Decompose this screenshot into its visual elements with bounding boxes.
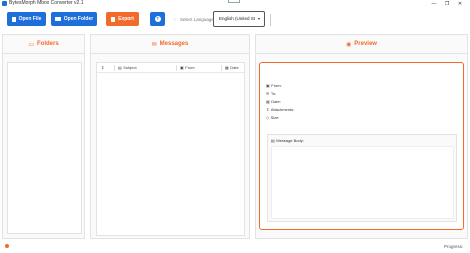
maximize-button[interactable]: ❐ — [442, 0, 452, 8]
open-file-label: Open File — [18, 16, 42, 22]
column-separator — [176, 65, 177, 71]
collapse-tab[interactable] — [228, 0, 240, 3]
person-icon: ▣ — [266, 83, 270, 88]
language-select[interactable]: English (United St ▾ — [213, 11, 265, 27]
export-button[interactable]: Export — [106, 12, 139, 26]
export-label: Export — [118, 16, 134, 22]
column-attachment[interactable]: ⇕ — [101, 63, 106, 73]
tag-icon: ◇ — [266, 115, 270, 120]
open-file-button[interactable]: Open File — [7, 12, 46, 26]
folder-tree[interactable] — [7, 62, 82, 234]
preview-date: ▦ Date: — [266, 99, 281, 104]
envelope-icon: ✉ — [151, 41, 157, 48]
chevron-down-icon: ▾ — [257, 16, 260, 21]
message-body-box: ▤ Message Body: — [267, 134, 457, 222]
column-from[interactable]: ▣ From — [180, 63, 195, 73]
paperclip-icon: ⇕ — [101, 65, 105, 70]
preview-title: Preview — [354, 41, 377, 47]
column-separator — [114, 65, 115, 71]
toolbar-divider — [270, 14, 271, 26]
calendar-icon: ▦ — [266, 99, 270, 104]
messages-table[interactable]: ⇕ ▤ Subject ▣ From ▦ Date — [96, 62, 245, 236]
status-indicator-icon — [5, 244, 9, 248]
document-icon: ▤ — [271, 138, 275, 143]
preview-card: ▣ From: ✉ To: ▦ Date: ⇕ Attachments: ◇ S… — [259, 62, 464, 230]
person-icon: ▣ — [180, 65, 184, 70]
paperclip-icon: ⇕ — [266, 107, 270, 112]
title-bar: BytesMorph Mbox Converter v2.1 — ❐ ✕ — [0, 0, 470, 8]
calendar-icon: ▦ — [225, 65, 229, 70]
preview-attachments: ⇕ Attachments: — [266, 107, 295, 112]
minimize-button[interactable]: — — [429, 0, 439, 8]
file-icon — [11, 16, 16, 22]
preview-panel-header: ◉ Preview — [256, 35, 467, 54]
language-label: Select Language — [180, 17, 214, 22]
preview-panel: ◉ Preview ▣ From: ✉ To: ▦ Date: ⇕ Attach… — [255, 34, 468, 239]
messages-panel-header: ✉ Messages — [91, 35, 249, 54]
preview-size: ◇ Size: — [266, 115, 280, 120]
preview-from: ▣ From: — [266, 83, 282, 88]
toolbar: Open File Open Folder Export ? ◌ Select … — [0, 8, 470, 32]
open-folder-button[interactable]: Open Folder — [51, 12, 97, 26]
folder-icon — [54, 17, 61, 21]
help-button[interactable]: ? — [150, 12, 165, 26]
messages-title: Messages — [159, 41, 189, 47]
language-value: English (United St — [219, 16, 256, 21]
folder-icon: ▭ — [28, 41, 34, 48]
envelope-icon: ✉ — [266, 91, 270, 96]
column-separator — [221, 65, 222, 71]
export-icon — [111, 16, 116, 22]
window-title: BytesMorph Mbox Converter v2.1 — [9, 0, 84, 6]
folders-panel-header: ▭ Folders — [3, 35, 84, 54]
eye-icon: ◉ — [346, 41, 352, 48]
preview-to: ✉ To: — [266, 91, 277, 96]
messages-panel: ✉ Messages ⇕ ▤ Subject ▣ From ▦ Date — [90, 34, 250, 239]
message-body-content[interactable] — [271, 146, 454, 219]
open-folder-label: Open Folder — [63, 16, 94, 22]
message-body-label: ▤ Message Body: — [271, 138, 304, 143]
column-date[interactable]: ▦ Date — [225, 63, 239, 73]
app-logo-icon — [2, 1, 7, 6]
help-icon: ? — [154, 16, 161, 22]
folders-panel: ▭ Folders — [2, 34, 85, 239]
globe-icon: ◌ — [173, 17, 176, 23]
messages-table-header: ⇕ ▤ Subject ▣ From ▦ Date — [97, 63, 244, 73]
close-button[interactable]: ✕ — [455, 0, 465, 8]
column-subject[interactable]: ▤ Subject — [118, 63, 137, 73]
subject-icon: ▤ — [118, 65, 122, 70]
folders-title: Folders — [37, 41, 59, 47]
progress-label: Progress: — [444, 244, 464, 249]
